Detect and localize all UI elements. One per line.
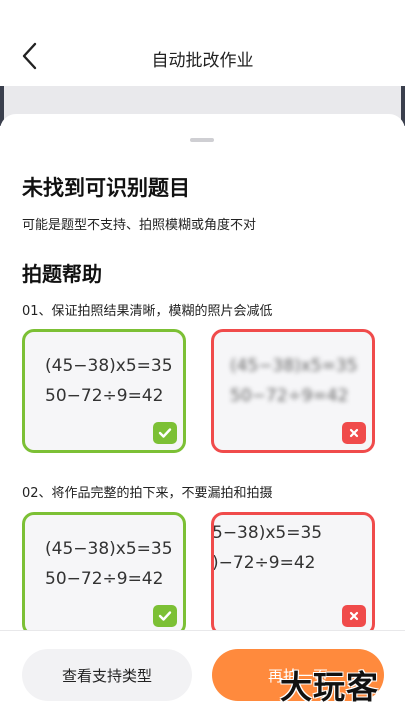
header: 自动批改作业 [0, 0, 405, 88]
equation-line: 50−72÷9=42 [45, 386, 164, 406]
check-badge [153, 605, 177, 627]
equation-line-cropped: 5−38)x5=35 [212, 523, 323, 543]
help-title: 拍题帮助 [22, 262, 102, 286]
cross-icon [349, 428, 359, 438]
example-card-good-1: (45−38)x5=35 50−72÷9=42 [22, 329, 186, 453]
watermark-logo: 大玩客 [280, 668, 380, 706]
view-supported-types-button[interactable]: 查看支持类型 [22, 649, 192, 701]
tip-text-1: 01、保证拍照结果清晰，模糊的照片会减低 [22, 304, 273, 319]
error-heading: 未找到可识别题目 [22, 176, 190, 200]
cross-badge [342, 422, 366, 444]
equation-line: (45−38)x5=35 [45, 356, 173, 376]
page-title: 自动批改作业 [151, 51, 254, 71]
example-card-bad-2: 5−38)x5=35 )−72÷9=42 [211, 512, 375, 636]
equation-line: 50−72÷9=42 [45, 569, 164, 589]
example-card-bad-1: (45−38)x5=35 50−72÷9=42 [211, 329, 375, 453]
cross-badge [342, 605, 366, 627]
tip-text-2: 02、将作品完整的拍下来，不要漏拍和拍摄 [22, 486, 273, 501]
equation-line-blurred: (45−38)x5=35 [230, 356, 358, 376]
example-card-good-2: (45−38)x5=35 50−72÷9=42 [22, 512, 186, 636]
check-icon [158, 611, 172, 621]
equation-line-blurred: 50−72÷9=42 [230, 386, 349, 406]
equation-line: (45−38)x5=35 [45, 539, 173, 559]
sheet-drag-handle[interactable] [190, 138, 214, 142]
equation-line-cropped: )−72÷9=42 [212, 553, 316, 573]
cross-icon [349, 611, 359, 621]
error-subheading: 可能是题型不支持、拍照模糊或角度不对 [22, 218, 257, 233]
check-icon [158, 428, 172, 438]
check-badge [153, 422, 177, 444]
